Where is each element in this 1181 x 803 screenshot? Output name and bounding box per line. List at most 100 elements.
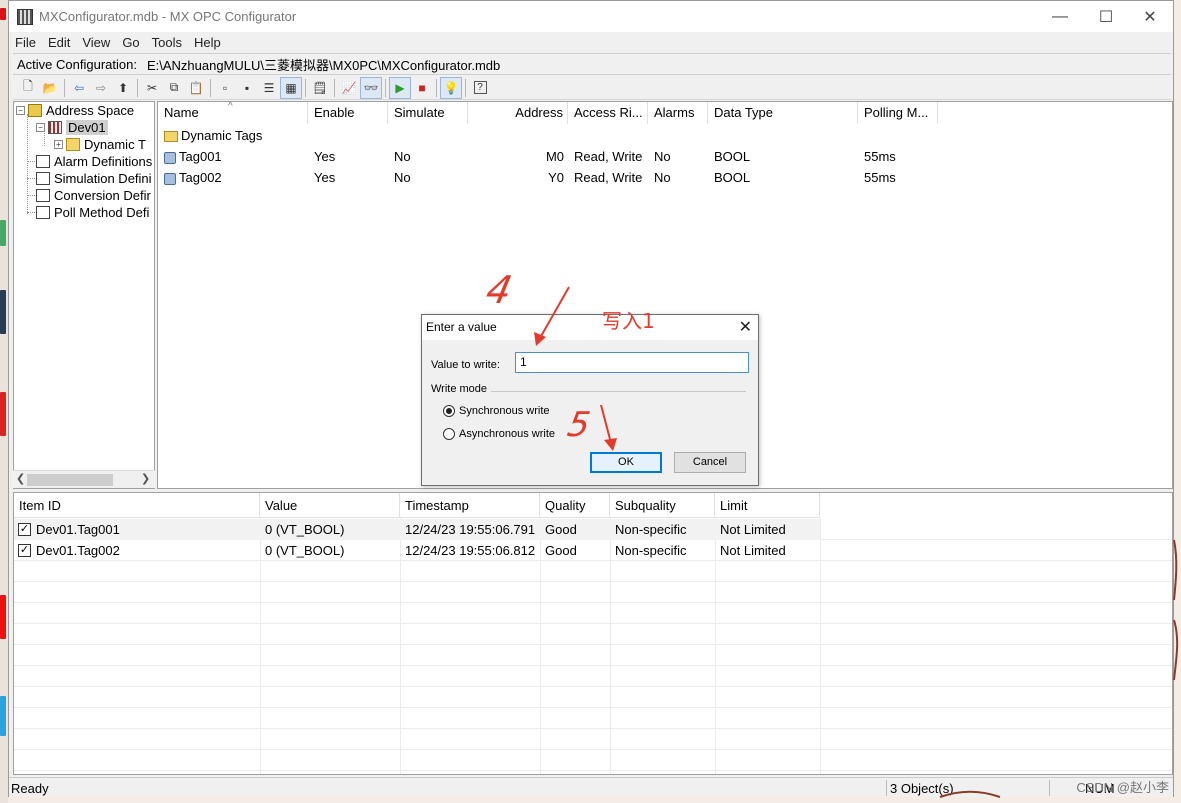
tree-item-conversion-definitions[interactable]: Conversion Defir [36,187,151,204]
minimize-button[interactable]: — [1037,1,1083,32]
list-item-enable: Yes [314,170,336,185]
large-icons-icon: ▫ [222,80,228,95]
minimize-icon: — [1052,7,1068,25]
grid-line [14,560,1172,561]
list-item-polling: 55ms [864,149,896,164]
row-checkbox[interactable]: ✓ [18,544,31,557]
new-button[interactable]: 🗋 [17,77,39,99]
collapse-icon[interactable]: − [36,123,45,132]
small-icons-button[interactable]: ▪ [236,77,258,99]
monitor-grid[interactable]: Item ID Value Timestamp Quality Subquali… [13,492,1173,775]
paste-button[interactable]: 📋 [185,77,207,99]
active-config-path: E:\ANzhuangMULU\三菱模拟器\MX0PC\MXConfigurat… [146,57,501,73]
tree-item-address-space[interactable]: − Address Space [16,102,134,119]
column-header-access-rights[interactable]: Access Ri... [568,102,648,124]
tree-item-dev01[interactable]: − Dev01 [36,119,108,136]
help-icon: ? [473,81,487,94]
monitor-icon: 📈 [341,80,357,95]
tree-horizontal-scrollbar[interactable]: ❮ ❯ [13,470,155,488]
address-space-tree[interactable]: − Address Space − Dev01 + Dynamic T Alar… [13,101,155,489]
maximize-button[interactable]: ☐ [1083,1,1129,32]
column-header-alarms[interactable]: Alarms [648,102,708,124]
tree-label-conversion: Conversion Defir [54,188,151,203]
scroll-left-icon[interactable]: ❮ [16,472,25,485]
copy-button[interactable]: ⧉ [163,77,185,99]
dialog-close-icon[interactable]: ✕ [739,317,752,337]
menu-edit[interactable]: Edit [48,35,70,50]
maximize-icon: ☐ [1098,8,1114,26]
properties-button[interactable]: 🗒 [309,77,331,99]
view-tags-button[interactable]: 👓 [360,76,382,99]
watermark: CSDN @赵小李 [1076,780,1169,795]
toolbar: 🗋 📂 ⇦ ⇨ ⬆ ✂ ⧉ 📋 ▫ ▪ ☰ ▦ 🗒 📈 👓 ▶ ■ 💡 ? [13,76,1171,100]
column-header-quality[interactable]: Quality [540,493,610,518]
details-button[interactable]: ▦ [280,76,302,99]
async-write-radio[interactable] [443,428,455,440]
tree-line [27,114,28,214]
scroll-right-icon[interactable]: ❯ [141,472,150,485]
desktop-icon [0,290,6,334]
scroll-thumb[interactable] [27,474,113,486]
list-item-type: BOOL [714,149,751,164]
tree-label-alarm: Alarm Definitions [54,154,153,169]
cut-button[interactable]: ✂ [141,77,163,99]
column-header-polling[interactable]: Polling M... [858,102,938,124]
column-header-simulate[interactable]: Simulate [388,102,468,124]
column-header-address[interactable]: Address [468,102,568,124]
async-write-label[interactable]: Asynchronous write [459,428,555,440]
tree-item-simulation-definitions[interactable]: Simulation Defini [36,170,152,187]
lightbulb-button[interactable]: 💡 [440,76,462,99]
active-config-label: Active Configuration: [17,56,137,72]
stop-button[interactable]: ■ [411,77,433,99]
menu-view[interactable]: View [82,35,110,50]
grid-line [715,518,716,774]
sync-write-radio[interactable] [443,405,455,417]
open-button[interactable]: 📂 [39,77,61,99]
column-header-data-type[interactable]: Data Type [708,102,858,124]
row-checkbox[interactable]: ✓ [18,523,31,536]
column-header-item-id[interactable]: Item ID [14,493,260,518]
start-button[interactable]: ▶ [389,76,411,99]
close-icon: ✕ [1143,8,1157,26]
tree-item-poll-method[interactable]: Poll Method Defi [36,204,149,221]
large-icons-button[interactable]: ▫ [214,77,236,99]
menu-help[interactable]: Help [194,35,221,50]
back-button[interactable]: ⇦ [68,77,90,99]
list-button[interactable]: ☰ [258,77,280,99]
close-button[interactable]: ✕ [1127,1,1173,32]
desktop-icon [0,696,6,736]
forward-button[interactable]: ⇨ [90,77,112,99]
address-space-icon [28,104,42,117]
menu-file[interactable]: File [15,35,36,50]
list-item-dynamic-tags[interactable]: Dynamic Tags [164,126,262,146]
column-header-timestamp[interactable]: Timestamp [400,493,540,518]
collapse-icon[interactable]: − [16,106,25,115]
conversion-icon [36,189,50,202]
column-header-subquality[interactable]: Subquality [610,493,715,518]
tree-item-dynamic-tags[interactable]: + Dynamic T [54,136,146,153]
status-bar: Ready 3 Object(s) NUM [9,777,1173,797]
folder-icon [66,138,80,151]
list-item-alarms: No [654,149,671,164]
expand-icon[interactable]: + [54,140,63,149]
cancel-button[interactable]: Cancel [674,452,746,473]
column-header-value[interactable]: Value [260,493,400,518]
toolbar-separator [465,78,466,97]
menu-tools[interactable]: Tools [152,35,182,50]
simulation-icon [36,172,50,185]
value-to-write-input[interactable]: 1 [515,352,749,373]
column-header-name[interactable]: ^ Name [158,102,308,124]
up-folder-button[interactable]: ⬆ [112,77,134,99]
monitor-button[interactable]: 📈 [338,77,360,99]
tree-item-alarm-definitions[interactable]: Alarm Definitions [36,153,152,170]
toolbar-separator [385,78,386,97]
column-header-limit[interactable]: Limit [715,493,820,518]
help-button[interactable]: ? [469,77,491,99]
enter-value-dialog: Enter a value ✕ Value to write: 1 Write … [421,314,759,486]
grid-line [540,518,541,774]
ok-button[interactable]: OK [590,452,662,473]
menu-go[interactable]: Go [122,35,139,50]
sync-write-label[interactable]: Synchronous write [459,405,550,417]
column-header-enable[interactable]: Enable [308,102,388,124]
status-text: Ready [11,781,49,796]
